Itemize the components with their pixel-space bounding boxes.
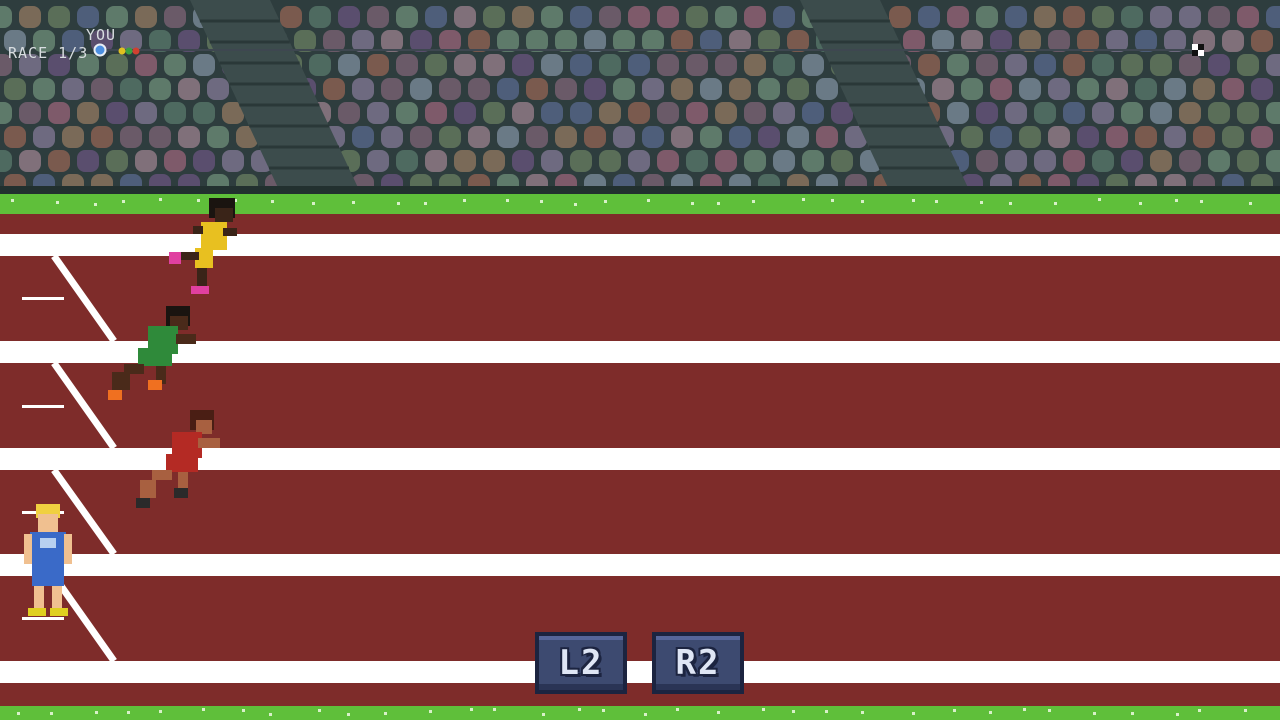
runner-player-blue: [24, 504, 72, 616]
r2-button[interactable]: R2: [652, 632, 744, 694]
runner-green: [108, 306, 196, 400]
player-label: YOU: [86, 26, 117, 44]
l2-button[interactable]: L2: [535, 632, 627, 694]
l2-button-label: L2: [558, 643, 604, 683]
game-screen: YOU RACE 1/3 L2 R2: [0, 0, 1280, 720]
runner-red: [136, 410, 220, 508]
runner-yellow: [169, 198, 237, 294]
r2-button-label: R2: [675, 643, 721, 683]
race-counter: RACE 1/3: [8, 44, 89, 62]
runners-layer: [24, 198, 237, 616]
